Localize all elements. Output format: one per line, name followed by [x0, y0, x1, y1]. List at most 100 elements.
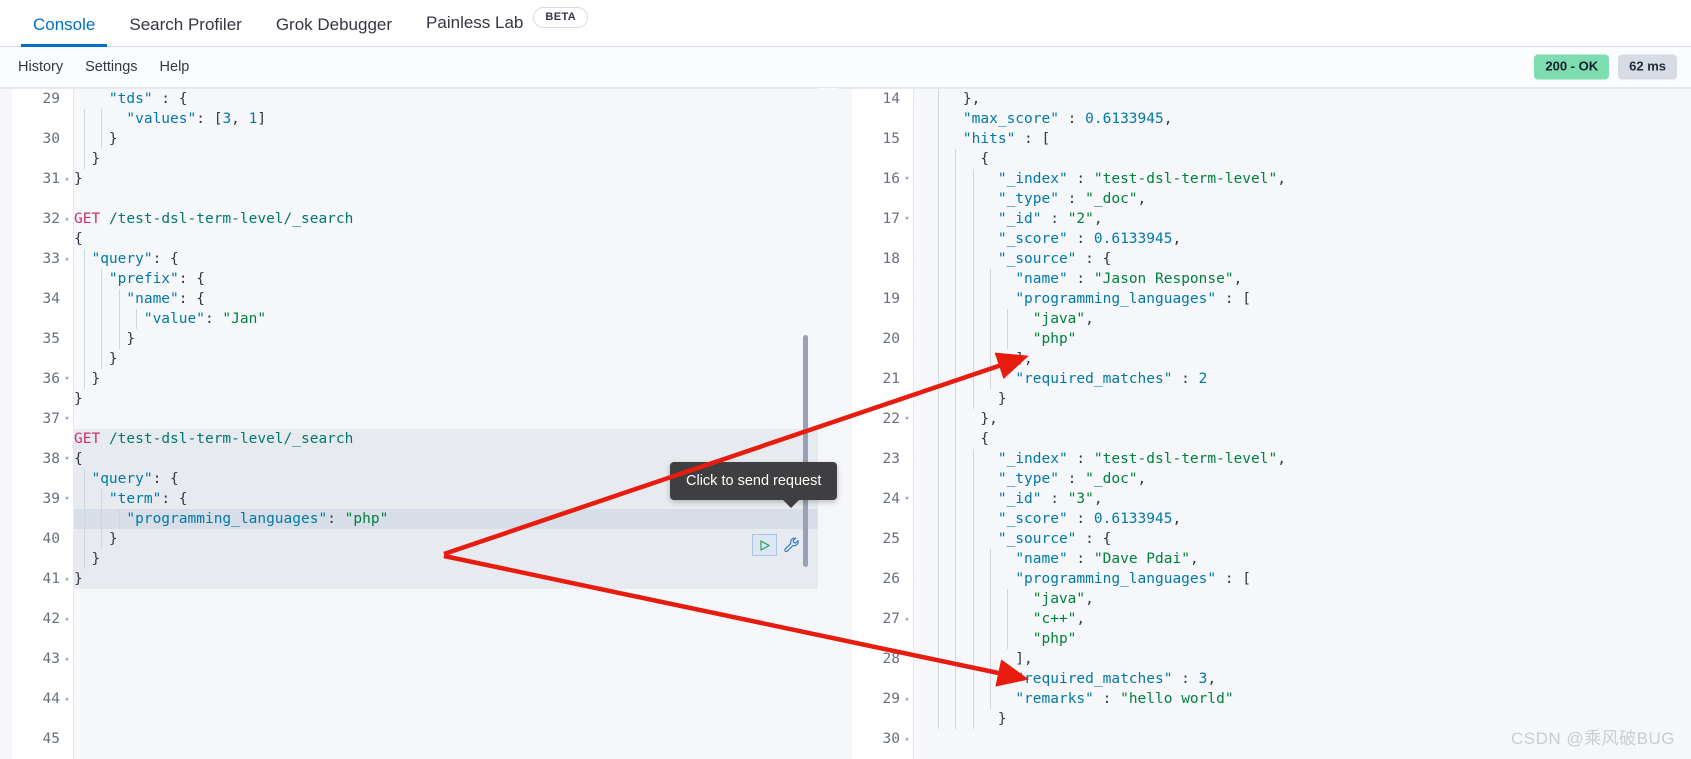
fold-toggle-icon[interactable] — [902, 609, 912, 629]
code-line[interactable]: 40 "value": "Jan" — [43, 309, 818, 547]
code-line[interactable]: 55 — [74, 609, 818, 629]
code-line[interactable]: 19 "_type" : "_doc", — [883, 189, 1691, 307]
code-line[interactable]: 29 } — [883, 389, 1691, 707]
code-line[interactable]: 60 — [74, 709, 818, 729]
menu-item-history[interactable]: History — [18, 59, 63, 75]
fold-toggle-icon[interactable] — [62, 689, 72, 709]
code-line[interactable]: 44 "remarks" : "hello world" — [928, 689, 1691, 709]
code-line[interactable]: 26 "php" — [883, 329, 1691, 587]
code-line[interactable]: 38 "programming_languages" : [ — [928, 569, 1691, 589]
code-line[interactable]: 31 { — [928, 429, 1691, 449]
pane-divider[interactable] — [818, 88, 838, 759]
tab-grok-debugger[interactable]: Grok Debugger — [259, 16, 409, 46]
code-line[interactable]: 17 { — [883, 149, 1691, 227]
code-line[interactable]: 46GET /test-dsl-term-level/_search — [74, 429, 818, 449]
code-token: : { — [178, 291, 205, 307]
fold-toggle-icon[interactable] — [902, 209, 912, 229]
fold-toggle-icon[interactable] — [62, 649, 72, 669]
tab-search-profiler[interactable]: Search Profiler — [112, 16, 258, 46]
code-token: "_source" — [997, 531, 1077, 547]
code-line[interactable]: 16 "hits" : [ — [883, 129, 1691, 187]
code-line[interactable]: 34 "_id" : "3", — [928, 489, 1691, 509]
play-triangle-icon[interactable] — [752, 534, 777, 556]
request-editor-scrollbar[interactable] — [803, 335, 808, 567]
code-line[interactable]: 20 "_id" : "2", — [883, 209, 1691, 347]
fold-toggle-icon[interactable] — [902, 169, 912, 189]
code-line[interactable]: 37 "query": { — [43, 249, 818, 427]
code-line[interactable]: 33} — [43, 169, 818, 267]
code-line[interactable]: 42 } — [43, 349, 818, 627]
fold-toggle-icon[interactable] — [62, 449, 72, 469]
code-line[interactable]: 15 "max_score" : 0.6133945, — [883, 109, 1691, 147]
request-editor-code[interactable]: 29 "tds" : {30 "values": [3, 1]31 }32 }3… — [43, 89, 818, 759]
code-line[interactable]: 56 — [74, 629, 818, 649]
code-line[interactable]: 42 ], — [928, 649, 1691, 669]
fold-toggle-icon[interactable] — [62, 249, 72, 269]
code-line[interactable]: 32 } — [43, 149, 818, 227]
code-line[interactable]: 32 "_index" : "test-dsl-term-level", — [928, 449, 1691, 469]
fold-toggle-icon[interactable] — [62, 209, 72, 229]
fold-toggle-icon[interactable] — [62, 169, 72, 189]
code-token: } — [74, 371, 101, 387]
code-line[interactable]: 53} — [74, 569, 818, 589]
tab-console[interactable]: Console — [16, 16, 112, 47]
code-line[interactable]: 58 — [74, 669, 818, 689]
code-line[interactable]: 57 — [74, 649, 818, 669]
code-line[interactable]: 39 "name": { — [43, 289, 818, 507]
code-line[interactable]: 44} — [43, 389, 818, 707]
code-line[interactable]: 25 "java", — [883, 309, 1691, 547]
code-line[interactable]: 33 "_type" : "_doc", — [928, 469, 1691, 489]
code-line[interactable]: 21 "_score" : 0.6133945, — [883, 229, 1691, 387]
menu-item-help[interactable]: Help — [160, 59, 190, 75]
code-line[interactable]: 36 "_source" : { — [928, 529, 1691, 549]
code-line[interactable]: 59 — [74, 689, 818, 709]
menu-item-settings[interactable]: Settings — [85, 59, 137, 75]
code-line[interactable]: 24 "programming_languages" : [ — [883, 289, 1691, 507]
code-line[interactable]: 35 "_score" : 0.6133945, — [928, 509, 1691, 529]
code-line[interactable]: 30 "values": [3, 1] — [43, 109, 818, 147]
indent-guide — [937, 609, 939, 629]
code-line[interactable]: 38 "prefix": { — [43, 269, 818, 467]
code-line[interactable]: 30 }, — [883, 409, 1691, 747]
code-line[interactable]: 36 { — [43, 229, 818, 387]
fold-toggle-icon[interactable] — [902, 689, 912, 709]
fold-toggle-icon[interactable] — [902, 489, 912, 509]
code-line[interactable]: 54 — [74, 589, 818, 609]
code-line[interactable]: 22 "_source" : { — [883, 249, 1691, 427]
code-line[interactable]: 52 } — [74, 549, 818, 569]
code-line[interactable]: 14 }, — [883, 89, 1691, 109]
code-line[interactable]: 43 "required_matches" : 3, — [928, 669, 1691, 689]
response-viewer-pane[interactable]: 14 },15 "max_score" : 0.6133945,16 "hits… — [838, 88, 1691, 759]
tab-painless-lab[interactable]: Painless Lab BETA — [409, 7, 596, 46]
code-line[interactable]: 50 "programming_languages": "php" — [74, 509, 818, 529]
code-line[interactable]: 41 } — [43, 329, 818, 587]
indent-guide — [1007, 309, 1009, 329]
fold-toggle-icon[interactable] — [62, 569, 72, 589]
code-line[interactable]: 28 "required_matches" : 2 — [883, 369, 1691, 667]
code-line[interactable]: 41 "php" — [928, 629, 1691, 649]
code-line[interactable]: 35 GET /test-dsl-term-level/_search — [43, 209, 818, 347]
wrench-icon[interactable] — [783, 536, 802, 555]
fold-toggle-icon[interactable] — [62, 609, 72, 629]
code-line[interactable]: 37 "name" : "Dave Pdai", — [928, 549, 1691, 569]
fold-toggle-icon[interactable] — [902, 409, 912, 429]
fold-toggle-icon[interactable] — [902, 729, 912, 749]
code-line[interactable]: 34 — [43, 189, 818, 307]
code-line[interactable]: 29 "tds" : { — [43, 89, 818, 109]
response-viewer-code[interactable]: 14 },15 "max_score" : 0.6133945,16 "hits… — [883, 89, 1691, 759]
code-token: "_type" — [997, 191, 1059, 207]
code-line[interactable]: 51 } — [74, 529, 818, 549]
code-line[interactable]: 40 "c++", — [928, 609, 1691, 629]
code-line[interactable]: 39 "java", — [928, 589, 1691, 609]
code-line[interactable]: 18 "_index" : "test-dsl-term-level", — [883, 169, 1691, 267]
code-token: , — [1172, 231, 1182, 247]
code-line[interactable]: 31 } — [43, 129, 818, 187]
fold-toggle-icon[interactable] — [62, 489, 72, 509]
code-line[interactable]: 43 } — [43, 369, 818, 667]
code-line[interactable]: 45 — [43, 409, 818, 747]
fold-toggle-icon[interactable] — [62, 369, 72, 389]
fold-toggle-icon[interactable] — [62, 409, 72, 429]
code-line[interactable]: 27 ], — [883, 349, 1691, 627]
code-line[interactable]: 23 "name" : "Jason Response", — [883, 269, 1691, 467]
request-editor-pane[interactable]: 29 "tds" : {30 "values": [3, 1]31 }32 }3… — [0, 88, 818, 759]
